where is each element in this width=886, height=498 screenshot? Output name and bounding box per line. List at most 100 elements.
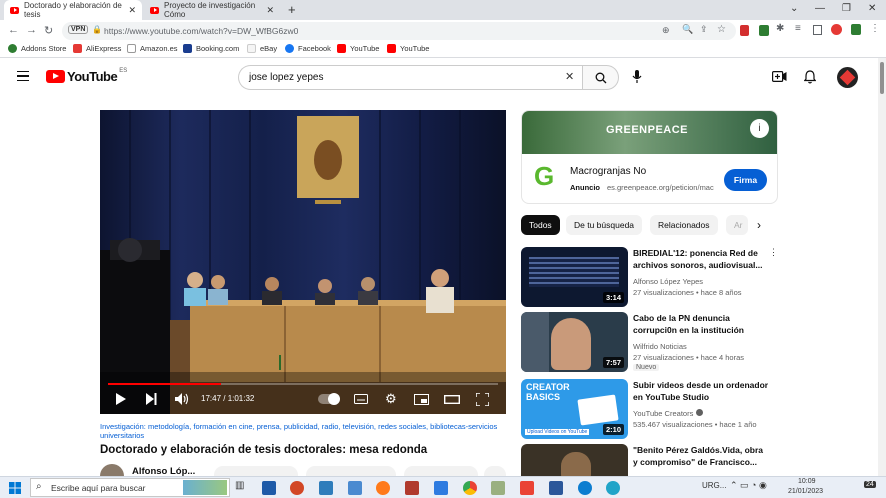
shield-extension-icon[interactable] bbox=[851, 24, 861, 35]
video-thumbnail[interactable] bbox=[521, 444, 628, 476]
bookmark-addons-store[interactable]: Addons Store bbox=[8, 44, 66, 53]
video-thumbnail[interactable]: CREATOR BASICS Upload Videos on YouTube … bbox=[521, 379, 628, 439]
mail-app-icon[interactable] bbox=[348, 481, 362, 495]
chrome-app-icon[interactable] bbox=[463, 481, 477, 495]
search-input[interactable]: jose lopez yepes ✕ bbox=[238, 65, 582, 90]
install-icon[interactable]: ⊕ bbox=[662, 25, 670, 36]
chip-de-tu-busqueda[interactable]: De tu búsqueda bbox=[566, 215, 643, 235]
video-player[interactable]: 17:47 / 1:01:32 ⚙ bbox=[100, 110, 506, 414]
video-thumbnail[interactable]: 3:14 bbox=[521, 247, 628, 307]
word-app-icon[interactable] bbox=[549, 481, 563, 495]
taskbar-time[interactable]: 10:09 bbox=[798, 478, 816, 485]
back-icon[interactable]: ← bbox=[8, 24, 19, 36]
fullscreen-icon[interactable] bbox=[476, 393, 489, 406]
address-bar[interactable]: VPN 🔒 https://www.youtube.com/watch?v=DW… bbox=[62, 22, 736, 40]
related-video[interactable]: 3:14 BIREDIAL'12: ponencia Red de archiv… bbox=[521, 247, 881, 307]
language-indicator[interactable]: URG... bbox=[702, 481, 726, 490]
extension-green-icon[interactable] bbox=[759, 25, 769, 36]
ad-info-icon[interactable]: i bbox=[750, 119, 769, 138]
bookmark-booking[interactable]: Booking.com bbox=[183, 44, 239, 53]
more-options-icon[interactable]: ⋮ bbox=[769, 247, 778, 258]
chevron-right-icon[interactable]: › bbox=[757, 218, 761, 232]
video-hashtags[interactable]: Investigación: metodología, formación en… bbox=[100, 422, 510, 440]
related-video[interactable]: "Benito Pérez Galdós.Vida, obra y compro… bbox=[521, 444, 881, 476]
profile-avatar[interactable] bbox=[831, 24, 842, 35]
app-icon[interactable] bbox=[434, 481, 448, 495]
app-l-icon[interactable] bbox=[319, 481, 333, 495]
tab-proyecto[interactable]: Proyecto de investigación Cómo ✕ bbox=[144, 0, 280, 20]
chip-relacionados[interactable]: Relacionados bbox=[650, 215, 718, 235]
reload-icon[interactable]: ↻ bbox=[44, 24, 53, 37]
related-video-meta: 535.467 visualizaciones • hace 1 año bbox=[633, 420, 757, 429]
progress-bar[interactable] bbox=[108, 383, 498, 385]
page-scrollbar[interactable] bbox=[878, 58, 886, 476]
bookmark-aliexpress[interactable]: AliExpress bbox=[73, 44, 121, 53]
play-icon[interactable] bbox=[116, 393, 126, 405]
video-thumbnail[interactable]: 7:57 bbox=[521, 312, 628, 372]
tray-icons[interactable]: ⌃ ▭ ◔ ◉ bbox=[730, 480, 767, 491]
close-window-icon[interactable]: ✕ bbox=[868, 3, 876, 14]
powerpoint-app-icon[interactable] bbox=[290, 481, 304, 495]
ublock-extension-icon[interactable] bbox=[740, 25, 749, 36]
theater-mode-icon[interactable] bbox=[444, 395, 460, 404]
ad-cta-button[interactable]: Firma bbox=[724, 169, 767, 191]
volume-icon[interactable] bbox=[175, 393, 189, 405]
close-tab-icon[interactable]: ✕ bbox=[266, 5, 274, 16]
notifications-bell-icon[interactable] bbox=[804, 70, 816, 84]
new-tab-button[interactable]: + bbox=[288, 2, 296, 17]
restore-icon[interactable]: ❐ bbox=[842, 3, 851, 14]
taskbar-search-input[interactable]: ⌕ Escribe aquí para buscar bbox=[30, 478, 230, 497]
create-video-icon[interactable] bbox=[772, 71, 787, 82]
subtitles-icon[interactable] bbox=[354, 394, 368, 404]
side-panel-icon[interactable] bbox=[813, 25, 822, 35]
pdf-app-icon[interactable] bbox=[405, 481, 419, 495]
microphone-icon[interactable] bbox=[632, 70, 642, 84]
zoom-icon[interactable]: 🔍 bbox=[682, 24, 693, 35]
chrome-menu-icon[interactable]: ⋮ bbox=[870, 23, 880, 34]
chip-todos[interactable]: Todos bbox=[521, 215, 560, 235]
tab-doctorado[interactable]: Doctorado y elaboración de tesis ✕ bbox=[4, 0, 142, 20]
app-icon[interactable] bbox=[491, 481, 505, 495]
minimize-icon[interactable]: — bbox=[815, 3, 825, 14]
clear-search-icon[interactable]: ✕ bbox=[565, 70, 574, 83]
vpn-icon[interactable]: VPN bbox=[68, 25, 89, 34]
chip-more[interactable]: Ar bbox=[726, 215, 748, 235]
notification-count[interactable]: 24 bbox=[864, 481, 876, 488]
autoplay-toggle[interactable] bbox=[318, 393, 340, 405]
next-video-icon[interactable] bbox=[146, 393, 157, 405]
windows-start-icon[interactable] bbox=[9, 482, 21, 494]
lock-icon[interactable]: 🔒 bbox=[92, 25, 102, 34]
edge-app-icon[interactable] bbox=[578, 481, 592, 495]
bookmark-star-icon[interactable]: ☆ bbox=[717, 24, 726, 35]
bookmark-ebay[interactable]: eBay bbox=[247, 44, 277, 53]
store-app-icon[interactable] bbox=[262, 481, 276, 495]
bookmark-youtube-2[interactable]: YouTube bbox=[387, 44, 429, 53]
bookmark-youtube[interactable]: YouTube bbox=[337, 44, 379, 53]
taskbar-date[interactable]: 21/01/2023 bbox=[788, 488, 823, 495]
app-icon[interactable] bbox=[606, 481, 620, 495]
scrollbar-thumb[interactable] bbox=[880, 62, 884, 94]
youtube-logo[interactable]: YouTube ES bbox=[46, 68, 127, 84]
addons-store-icon bbox=[8, 44, 17, 53]
related-video[interactable]: CREATOR BASICS Upload Videos on YouTube … bbox=[521, 379, 881, 439]
task-view-icon[interactable]: ▥ bbox=[235, 480, 244, 491]
close-tab-icon[interactable]: ✕ bbox=[128, 5, 136, 16]
extensions-puzzle-icon[interactable]: ✱ bbox=[776, 23, 784, 34]
bookmark-amazon[interactable]: Amazon.es bbox=[127, 44, 178, 53]
share-icon[interactable]: ⇪ bbox=[700, 24, 708, 35]
menu-hamburger-icon[interactable] bbox=[17, 71, 29, 81]
account-avatar[interactable] bbox=[837, 67, 858, 88]
bookmark-facebook[interactable]: Facebook bbox=[285, 44, 331, 53]
settings-gear-icon[interactable]: ⚙ bbox=[385, 391, 397, 407]
office-app-icon[interactable] bbox=[520, 481, 534, 495]
miniplayer-icon[interactable] bbox=[414, 394, 429, 405]
ad-card[interactable]: GREENPEACE i G Macrogranjas No Anuncio e… bbox=[521, 110, 778, 204]
firefox-app-icon[interactable] bbox=[376, 481, 390, 495]
greenpeace-logo-icon: G bbox=[534, 161, 555, 191]
forward-icon[interactable]: → bbox=[26, 24, 37, 36]
bookmark-label: Addons Store bbox=[21, 44, 67, 53]
reading-list-icon[interactable]: ≡ bbox=[795, 23, 801, 34]
tab-search-icon[interactable]: ⌄ bbox=[790, 3, 798, 14]
search-button[interactable] bbox=[582, 65, 619, 90]
related-video[interactable]: 7:57 Cabo de la PN denuncia corrupci0n e… bbox=[521, 312, 881, 372]
